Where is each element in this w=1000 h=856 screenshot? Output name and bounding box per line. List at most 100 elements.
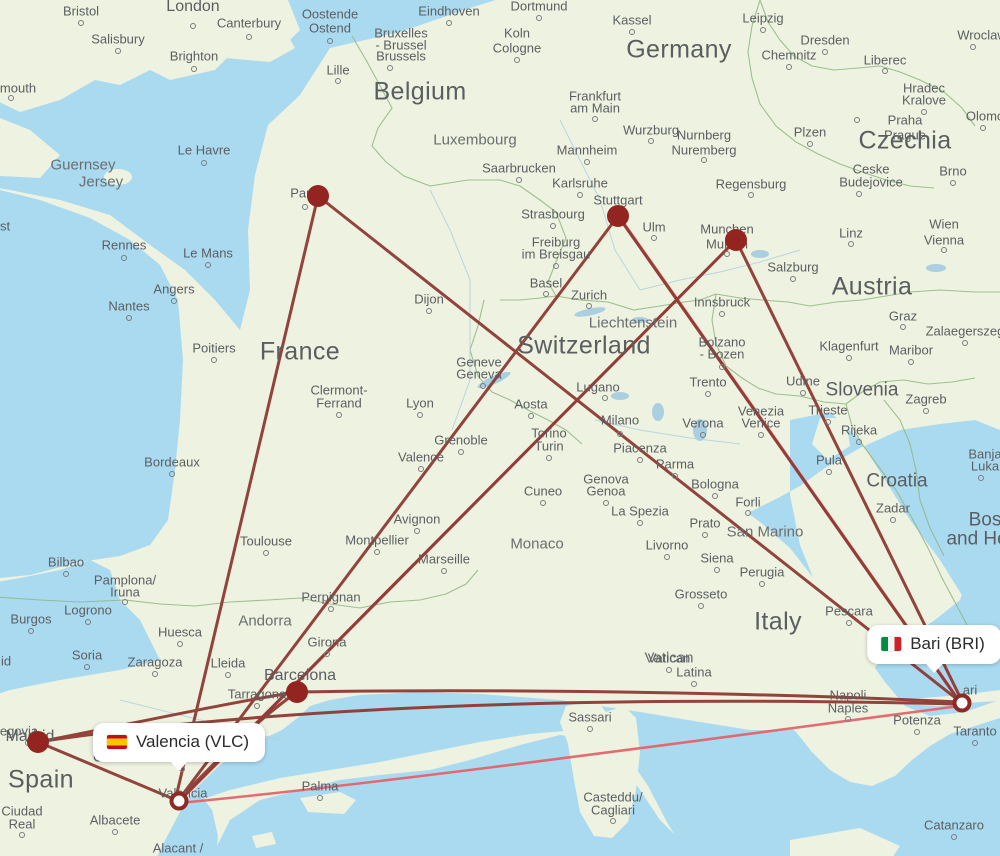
city-dot: [698, 603, 704, 609]
city-dot: [951, 834, 957, 840]
city-dot: [617, 431, 623, 437]
route-valencia-bari-light: [177, 704, 962, 805]
flag-spain-icon: [106, 735, 127, 749]
city-dot: [980, 125, 986, 131]
city-dot: [84, 664, 90, 670]
city-dot: [112, 829, 118, 835]
city-dot: [890, 517, 896, 523]
city-dot: [328, 606, 334, 612]
city-dot: [254, 703, 260, 709]
city-dot: [962, 340, 968, 346]
city-dot: [441, 568, 447, 574]
city-dot: [458, 449, 464, 455]
city-dot: [602, 395, 608, 401]
flight-route-map[interactable]: Germany Belgium France Switzerland Austria Cz…: [0, 0, 1000, 856]
city-dot: [480, 383, 486, 389]
city-dot: [592, 116, 598, 122]
city-dot: [85, 619, 91, 625]
route-barcelona-bari: [295, 689, 962, 704]
city-dot: [846, 355, 852, 361]
city-dot: [225, 672, 231, 678]
city-dot: [691, 681, 697, 687]
city-dot: [516, 177, 522, 183]
city-dot: [702, 532, 708, 538]
city-dot: [856, 191, 862, 197]
city-dot: [848, 241, 854, 247]
airport-marker-madrid[interactable]: [27, 731, 49, 753]
city-dot: [950, 180, 956, 186]
routes-dark: [36, 194, 963, 802]
city-dot: [191, 66, 197, 72]
city-dot: [845, 716, 851, 722]
city-dot: [758, 432, 764, 438]
city-dot: [900, 324, 906, 330]
tooltip-valencia-label: Valencia (VLC): [135, 732, 250, 751]
city-dot: [637, 520, 643, 526]
city-dot: [856, 439, 862, 445]
city-dot: [211, 357, 217, 363]
city-dot: [536, 15, 542, 21]
city-dot: [336, 412, 342, 418]
city-dot: [637, 457, 643, 463]
flag-italy-icon: [881, 637, 902, 651]
city-dot: [417, 412, 423, 418]
city-dot: [701, 157, 707, 163]
city-dot: [826, 469, 832, 475]
city-dot: [115, 48, 121, 54]
city-dot: [302, 204, 308, 210]
city-dot: [854, 117, 860, 123]
city-dot: [584, 159, 590, 165]
city-dot: [745, 510, 751, 516]
city-dot: [177, 641, 183, 647]
airport-marker-barcelona[interactable]: [286, 681, 308, 703]
city-dot: [546, 455, 552, 461]
city-dot: [550, 223, 556, 229]
city-dot: [807, 141, 813, 147]
city-dot: [205, 262, 211, 268]
city-dot: [914, 729, 920, 735]
city-dot: [19, 832, 25, 838]
city-dot: [190, 23, 196, 29]
city-dot: [121, 255, 127, 261]
airport-marker-valencia[interactable]: [169, 791, 189, 811]
airport-marker-bari[interactable]: [952, 693, 972, 713]
city-dot: [63, 571, 69, 577]
airport-marker-paris[interactable]: [307, 185, 329, 207]
city-dot: [335, 78, 341, 84]
city-dot: [908, 359, 914, 365]
city-dot: [577, 192, 583, 198]
city-dot: [759, 581, 765, 587]
city-dot: [651, 235, 657, 241]
city-dot: [246, 34, 252, 40]
city-dot: [169, 471, 175, 477]
route-paris-bari: [316, 194, 960, 702]
city-dot: [553, 263, 559, 269]
city-dot: [78, 20, 84, 26]
city-dot: [825, 419, 831, 425]
airport-marker-munchen[interactable]: [725, 229, 747, 251]
city-dot: [714, 567, 720, 573]
city-dot: [317, 795, 323, 801]
city-dot: [446, 20, 452, 26]
city-dot: [712, 493, 718, 499]
city-dot: [327, 38, 333, 44]
airport-marker-stuttgart[interactable]: [607, 205, 629, 227]
city-dot: [800, 390, 806, 396]
city-dot: [126, 315, 132, 321]
city-dot: [666, 667, 672, 673]
city-dot: [921, 109, 927, 115]
city-dot: [719, 311, 725, 317]
city-dot: [263, 550, 269, 556]
tooltip-bari-label: Bari (BRI): [910, 634, 985, 653]
city-dot: [387, 65, 393, 71]
tooltip-bari[interactable]: Bari (BRI): [867, 625, 1000, 673]
city-dot: [970, 44, 976, 50]
city-dot: [324, 651, 330, 657]
city-dot: [978, 475, 984, 481]
city-dot: [822, 49, 828, 55]
city-dot: [528, 413, 534, 419]
route-munchen-valencia: [179, 238, 738, 801]
city-dot: [587, 726, 593, 732]
city-dot: [648, 138, 654, 144]
tooltip-valencia[interactable]: Valencia (VLC): [92, 723, 266, 771]
